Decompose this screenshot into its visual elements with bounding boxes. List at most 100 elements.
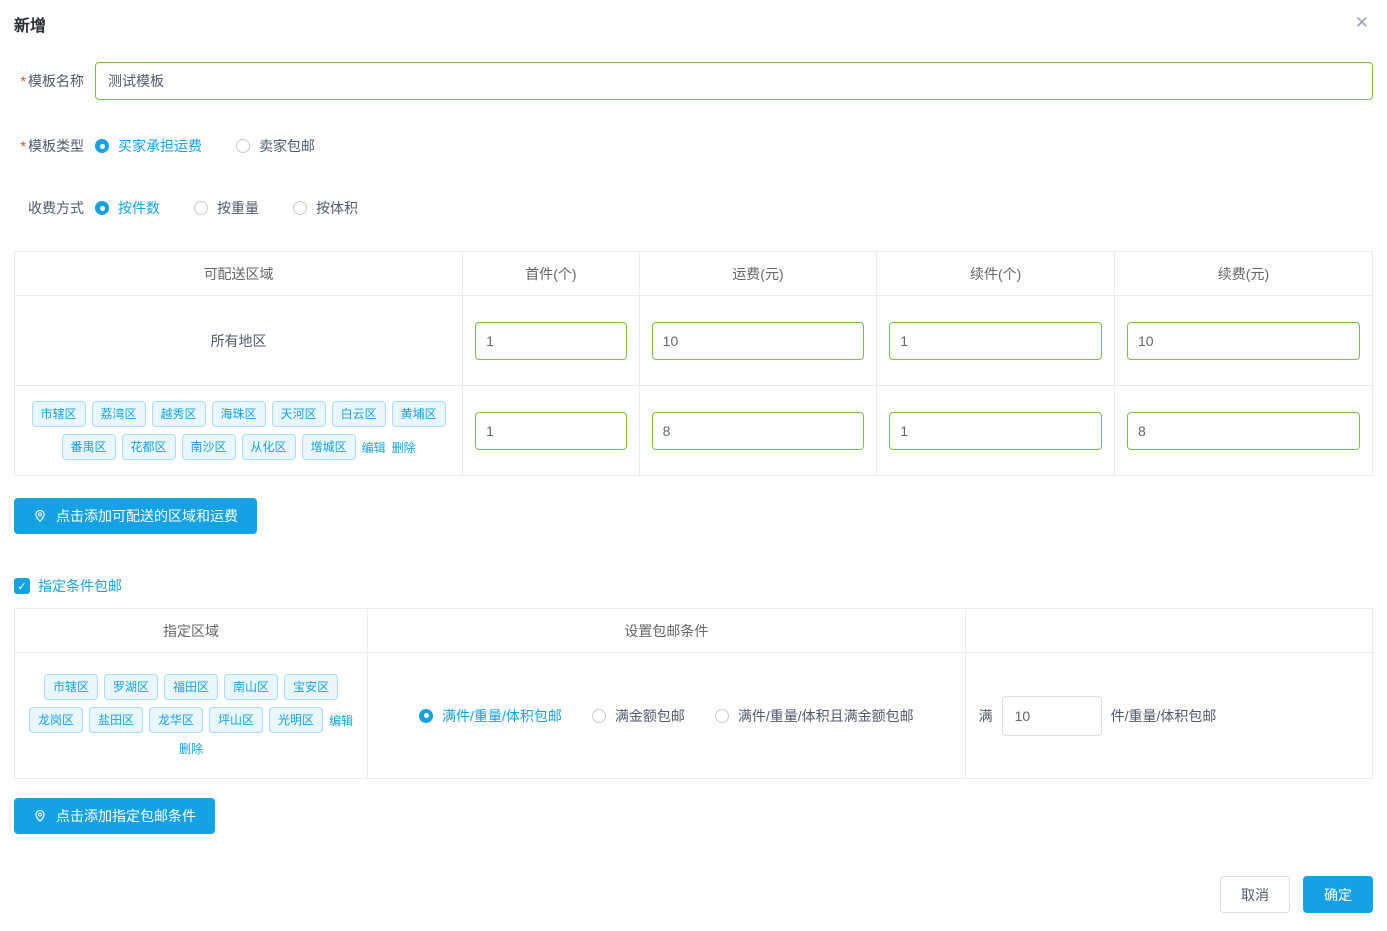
radio-icon [293,201,307,215]
region-tag: 增城区 [302,434,356,460]
radio-option-label: 卖家包邮 [259,136,315,156]
shipping-table-wrap: 可配送区域 首件(个) 运费(元) 续件(个) 续费(元) 所有地区 [14,251,1373,476]
region-tag: 盐田区 [89,707,143,733]
dialog-body: *模板名称 *模板类型 买家承担运费 卖家包邮 [0,62,1387,913]
template-type-radio-option[interactable]: 卖家包邮 [236,136,315,156]
add-condition-button-label: 点击添加指定包邮条件 [56,806,196,826]
location-pin-icon [33,509,47,523]
region-tag: 南沙区 [182,434,236,460]
table-row-custom-regions: 市辖区荔湾区越秀区海珠区天河区白云区黄埔区番禺区花都区南沙区从化区增城区编辑 删… [15,386,1373,476]
radio-option-label: 满件/重量/体积包邮 [442,706,562,726]
radio-option-label: 满金额包邮 [615,706,685,726]
col-header-condition: 设置包邮条件 [368,609,966,653]
threshold-input[interactable] [1002,696,1102,736]
region-tag: 白云区 [332,401,386,427]
col-header-ship-fee: 运费(元) [639,252,877,296]
dialog-header: 新增 ✕ [0,0,1387,36]
radio-option-label: 按件数 [118,198,160,218]
radio-icon [95,201,109,215]
add-condition-button[interactable]: 点击添加指定包邮条件 [14,798,215,834]
next-qty-input[interactable] [889,412,1102,450]
first-qty-input[interactable] [475,322,627,360]
region-tag: 福田区 [164,674,218,700]
location-pin-icon [33,809,47,823]
region-tag: 龙岗区 [29,707,83,733]
region-tag: 海珠区 [212,401,266,427]
region-tag: 天河区 [272,401,326,427]
region-tag: 越秀区 [152,401,206,427]
threshold-prefix: 满 [979,706,993,726]
region-tag: 从化区 [242,434,296,460]
required-mark: * [21,138,26,154]
region-tag: 荔湾区 [92,401,146,427]
template-type-label: *模板类型 [14,136,84,156]
shipping-table-header-row: 可配送区域 首件(个) 运费(元) 续件(个) 续费(元) [15,252,1373,296]
template-name-input[interactable] [95,62,1373,100]
region-cell-all: 所有地区 [15,296,463,386]
delete-regions-link[interactable]: 删除 [179,740,203,757]
close-icon[interactable]: ✕ [1353,12,1371,33]
radio-icon [236,139,250,153]
ship-fee-input[interactable] [652,412,865,450]
template-type-radio-group: 买家承担运费 卖家包邮 [95,136,349,156]
radio-option-label: 按体积 [316,198,358,218]
region-tag: 黄埔区 [392,401,446,427]
charge-method-label: 收费方式 [14,198,84,218]
col-header-assigned-region: 指定区域 [15,609,368,653]
radio-icon [592,709,606,723]
confirm-button[interactable]: 确定 [1303,876,1373,913]
radio-icon [194,201,208,215]
dialog-title: 新增 [14,12,46,36]
next-qty-input[interactable] [889,322,1102,360]
template-type-row: *模板类型 买家承担运费 卖家包邮 [14,136,1373,156]
threshold-cell: 满 件/重量/体积包邮 [967,696,1371,736]
free-shipping-row: 市辖区罗湖区福田区南山区宝安区龙岗区盐田区龙华区坪山区光明区编辑 删除 满件/重… [15,653,1373,779]
region-tag: 宝安区 [284,674,338,700]
add-region-button[interactable]: 点击添加可配送的区域和运费 [14,498,257,534]
col-header-first-qty: 首件(个) [463,252,640,296]
required-mark: * [21,73,26,89]
condition-radio-group: 满件/重量/体积包邮 满金额包邮 满件/重量/体积且满金额包邮 [369,706,964,726]
condition-radio-option[interactable]: 满件/重量/体积且满金额包邮 [715,706,914,726]
region-tag: 花都区 [122,434,176,460]
radio-option-label: 按重量 [217,198,259,218]
dialog-footer: 取消 确定 [14,876,1373,913]
condition-radio-option[interactable]: 满金额包邮 [592,706,685,726]
free-shipping-checkbox-row[interactable]: ✓ 指定条件包邮 [14,576,1373,596]
condition-radio-option[interactable]: 满件/重量/体积包邮 [419,706,562,726]
cancel-button[interactable]: 取消 [1220,876,1290,913]
edit-regions-link[interactable]: 编辑 [329,712,353,729]
add-region-button-label: 点击添加可配送的区域和运费 [56,506,238,526]
delete-regions-link[interactable]: 删除 [392,439,416,456]
region-tag: 龙华区 [149,707,203,733]
region-tag: 坪山区 [209,707,263,733]
charge-method-radio-option[interactable]: 按体积 [293,198,358,218]
template-type-radio-option[interactable]: 买家承担运费 [95,136,202,156]
col-header-next-fee: 续费(元) [1114,252,1372,296]
edit-regions-link[interactable]: 编辑 [362,439,386,456]
template-name-row: *模板名称 [14,62,1373,100]
charge-method-radio-option[interactable]: 按重量 [194,198,259,218]
region-tag-list: 市辖区荔湾区越秀区海珠区天河区白云区黄埔区番禺区花都区南沙区从化区增城区编辑 删… [16,391,461,471]
col-header-empty [965,609,1372,653]
free-shipping-checkbox-label: 指定条件包邮 [38,576,122,596]
region-tag: 罗湖区 [104,674,158,700]
next-fee-input[interactable] [1127,412,1360,450]
ship-fee-input[interactable] [652,322,865,360]
table-row-all-regions: 所有地区 [15,296,1373,386]
first-qty-input[interactable] [475,412,627,450]
region-tag: 市辖区 [32,401,86,427]
region-tag: 市辖区 [44,674,98,700]
threshold-suffix: 件/重量/体积包邮 [1111,706,1217,726]
radio-icon [95,139,109,153]
radio-icon [715,709,729,723]
col-header-next-qty: 续件(个) [877,252,1115,296]
radio-option-label: 买家承担运费 [118,136,202,156]
free-shipping-table-wrap: 指定区域 设置包邮条件 市辖区罗湖区福田区南山区宝安区龙岗区盐田区龙华区坪山区光… [14,608,1373,779]
next-fee-input[interactable] [1127,322,1360,360]
shipping-table: 可配送区域 首件(个) 运费(元) 续件(个) 续费(元) 所有地区 [14,251,1373,476]
charge-method-radio-option[interactable]: 按件数 [95,198,160,218]
region-tag: 光明区 [269,707,323,733]
checkbox-checked-icon[interactable]: ✓ [14,578,30,594]
col-header-region: 可配送区域 [15,252,463,296]
